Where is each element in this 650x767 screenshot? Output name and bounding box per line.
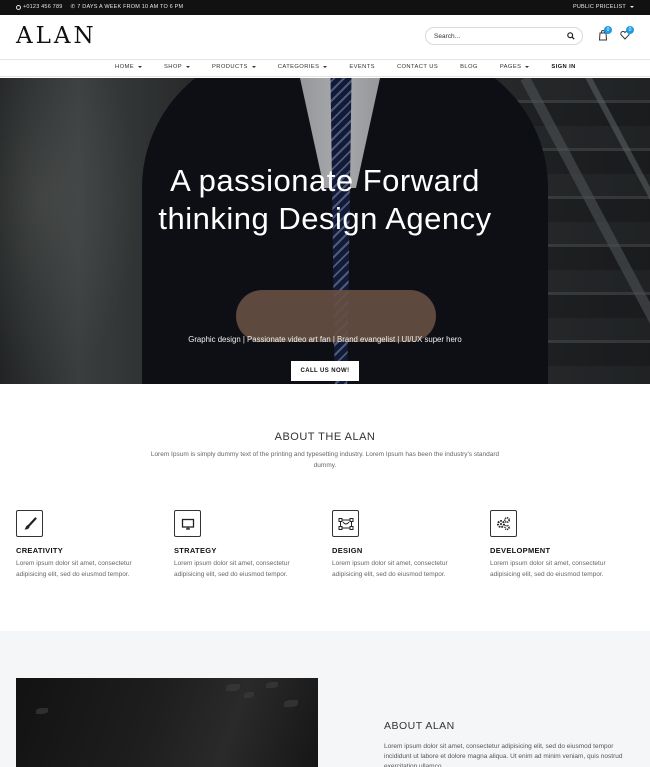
pricelist-label: PUBLIC PRICELIST: [572, 4, 626, 10]
feature-title: DEVELOPMENT: [490, 546, 551, 555]
about-text: Lorem Ipsum is simply dummy text of the …: [150, 451, 500, 469]
photo-foliage: [244, 692, 254, 698]
feature-icon-box: [490, 510, 517, 537]
feature-title: CREATIVITY: [16, 546, 64, 555]
main-nav: HOME SHOP PRODUCTS CATEGORIES EVENTS CON…: [0, 59, 650, 77]
feature-development: DEVELOPMENT Lorem ipsum dolor sit amet, …: [490, 510, 632, 580]
clock-icon: [16, 4, 21, 10]
chevron-down-icon: [525, 66, 530, 68]
feature-text: Lorem ipsum dolor sit amet, consectetur …: [174, 560, 290, 578]
hero-title-line2: thinking Design Agency: [158, 201, 492, 236]
nav-item-pages[interactable]: PAGES: [500, 64, 530, 70]
chevron-down-icon: [138, 66, 142, 68]
about-alan-text: Lorem ipsum dolor sit amet, consectetur …: [384, 743, 623, 767]
phone-icon: ✆: [70, 4, 76, 10]
about-title: ABOUT THE ALAN: [274, 431, 376, 443]
feature-strategy: STRATEGY Lorem ipsum dolor sit amet, con…: [174, 510, 316, 580]
feature-text: Lorem ipsum dolor sit amet, consectetur …: [332, 560, 448, 578]
top-bar: +0123 456 789 ✆ 7 DAYS A WEEK FROM 10 AM…: [0, 0, 650, 15]
wishlist-count-badge: 0: [626, 26, 634, 34]
hero-subtitle: Graphic design | Passionate video art fa…: [188, 335, 462, 344]
nav-item-contact-us[interactable]: CONTACT US: [397, 64, 438, 70]
hero-title: A passionate Forward thinking Design Age…: [0, 162, 650, 238]
feature-title: DESIGN: [332, 546, 363, 555]
search-box: [425, 27, 583, 45]
about-photo: [16, 678, 318, 767]
pricelist-dropdown[interactable]: PUBLIC PRICELIST: [573, 4, 634, 10]
feature-icon-box: [174, 510, 201, 537]
feature-text: Lorem ipsum dolor sit amet, consectetur …: [16, 560, 132, 578]
photo-foliage: [266, 682, 278, 688]
nav-item-blog[interactable]: BLOG: [460, 64, 478, 70]
vector-design-icon: [338, 517, 353, 530]
nav-item-categories[interactable]: CATEGORIES: [278, 64, 328, 70]
cart-count-badge: 0: [604, 26, 612, 34]
photo-foliage: [284, 700, 298, 707]
nav-item-products[interactable]: PRODUCTS: [212, 64, 256, 70]
nav-item-home[interactable]: HOME: [115, 64, 142, 70]
feature-text: Lorem ipsum dolor sit amet, consectetur …: [490, 560, 606, 578]
feature-title: STRATEGY: [174, 546, 217, 555]
photo-foliage: [226, 684, 240, 691]
chevron-down-icon: [323, 66, 328, 68]
nav-item-shop[interactable]: SHOP: [164, 64, 191, 70]
site-logo[interactable]: ALAN: [16, 25, 97, 48]
feature-creativity: CREATIVITY Lorem ipsum dolor sit amet, c…: [16, 510, 158, 580]
nav-item-sign-in[interactable]: SIGN IN: [551, 64, 575, 70]
gears-icon: [497, 516, 511, 531]
chevron-down-icon: [630, 6, 634, 8]
brush-icon: [24, 516, 37, 529]
about-alan-title: ABOUT ALAN: [384, 720, 455, 732]
hours-info: ✆ 7 DAYS A WEEK FROM 10 AM TO 6 PM: [70, 4, 183, 10]
hero-banner: A passionate Forward thinking Design Age…: [0, 78, 650, 384]
hours-text: 7 DAYS A WEEK FROM 10 AM TO 6 PM: [77, 4, 184, 10]
photo-foliage: [36, 708, 48, 714]
search-icon[interactable]: [567, 32, 575, 40]
chevron-down-icon: [186, 66, 191, 68]
feature-icon-box: [16, 510, 43, 537]
hero-title-line1: A passionate Forward: [170, 163, 480, 198]
feature-icon-box: [332, 510, 359, 537]
monitor-icon: [181, 518, 194, 530]
chevron-down-icon: [251, 66, 256, 68]
feature-design: DESIGN Lorem ipsum dolor sit amet, conse…: [332, 510, 474, 580]
call-us-button[interactable]: CALL US NOW!: [291, 361, 359, 381]
nav-item-events[interactable]: EVENTS: [349, 64, 375, 70]
search-input[interactable]: [434, 28, 560, 44]
phone-text: +0123 456 789: [23, 4, 63, 10]
phone-info: +0123 456 789: [16, 4, 62, 10]
